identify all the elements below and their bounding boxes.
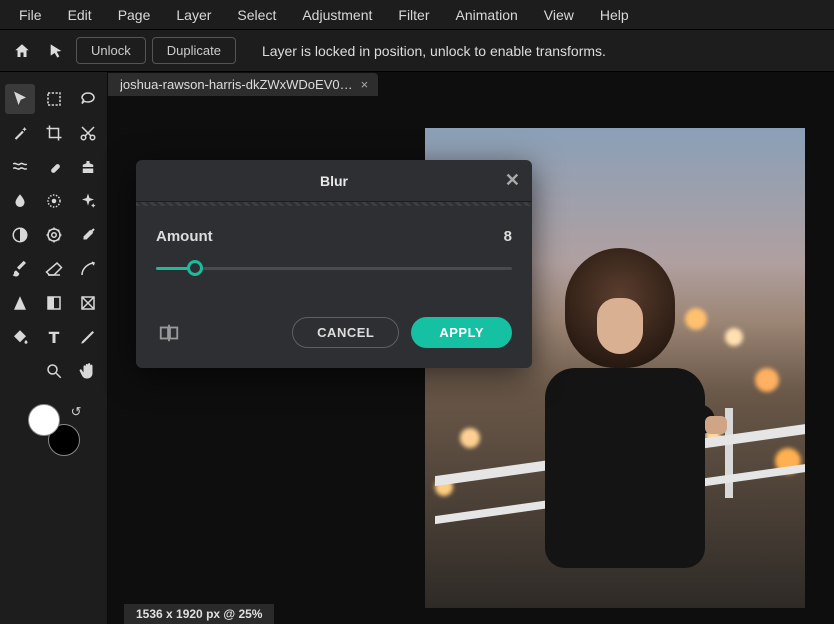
tool-marquee-select[interactable] (39, 84, 69, 114)
tool-sharpen[interactable] (5, 288, 35, 318)
tool-pixelate[interactable] (39, 186, 69, 216)
tool-magic-wand[interactable] (5, 118, 35, 148)
menu-animation[interactable]: Animation (443, 2, 531, 28)
tab-strip: joshua-rawson-harris-dkZWxWDoEV0… × (108, 72, 834, 96)
close-icon[interactable]: ✕ (505, 170, 520, 191)
tool-crop[interactable] (39, 118, 69, 148)
tool-adjust-gear[interactable] (39, 220, 69, 250)
menu-view[interactable]: View (531, 2, 587, 28)
tool-text[interactable] (39, 322, 69, 352)
tool-liquify[interactable] (5, 152, 35, 182)
apply-button[interactable]: APPLY (411, 317, 512, 348)
foreground-color-swatch[interactable] (28, 404, 60, 436)
tool-cut[interactable] (73, 118, 103, 148)
swap-colors-icon[interactable]: ↺ (71, 404, 82, 420)
duplicate-button[interactable]: Duplicate (152, 37, 236, 64)
blur-dialog: Blur ✕ Amount 8 CANCEL APPLY (136, 160, 532, 368)
tool-contrast[interactable] (5, 220, 35, 250)
tool-eraser[interactable] (39, 254, 69, 284)
tool-pen[interactable] (73, 322, 103, 352)
lock-status-text: Layer is locked in position, unlock to e… (262, 43, 606, 59)
tool-heal[interactable] (39, 152, 69, 182)
tool-gradient[interactable] (39, 288, 69, 318)
color-swatches[interactable]: ↺ (28, 404, 80, 456)
dialog-header[interactable]: Blur ✕ (136, 160, 532, 202)
tool-clone-stamp[interactable] (73, 152, 103, 182)
menu-adjustment[interactable]: Adjustment (289, 2, 385, 28)
close-tab-icon[interactable]: × (361, 77, 369, 92)
topbar: Unlock Duplicate Layer is locked in posi… (0, 30, 834, 72)
dialog-footer: CANCEL APPLY (136, 317, 532, 368)
pointer-icon[interactable] (42, 37, 70, 65)
document-tab-name: joshua-rawson-harris-dkZWxWDoEV0… (120, 77, 353, 92)
amount-label: Amount (156, 228, 213, 245)
tool-panel: ↺ (0, 72, 108, 624)
tool-zoom[interactable] (39, 356, 69, 386)
tool-hand[interactable] (73, 356, 103, 386)
home-icon[interactable] (8, 37, 36, 65)
tool-arrow-select[interactable] (5, 84, 35, 114)
menu-select[interactable]: Select (224, 2, 289, 28)
amount-slider[interactable] (156, 259, 512, 277)
tool-fill-bucket[interactable] (5, 322, 35, 352)
tool-lasso-select[interactable] (73, 84, 103, 114)
tool-pen-curve[interactable] (73, 254, 103, 284)
tool-blur-drop[interactable] (5, 186, 35, 216)
unlock-button[interactable]: Unlock (76, 37, 146, 64)
cancel-button[interactable]: CANCEL (292, 317, 399, 348)
tool-eyedropper[interactable] (73, 220, 103, 250)
menu-help[interactable]: Help (587, 2, 642, 28)
menubar: File Edit Page Layer Select Adjustment F… (0, 0, 834, 30)
menu-filter[interactable]: Filter (385, 2, 442, 28)
slider-thumb[interactable] (187, 260, 203, 276)
menu-page[interactable]: Page (105, 2, 164, 28)
dialog-title: Blur (320, 173, 348, 189)
tool-frame[interactable] (73, 288, 103, 318)
dialog-body: Amount 8 (136, 206, 532, 317)
tool-brush[interactable] (5, 254, 35, 284)
menu-file[interactable]: File (6, 2, 55, 28)
document-tab[interactable]: joshua-rawson-harris-dkZWxWDoEV0… × (108, 73, 378, 96)
tool-sparkle[interactable] (73, 186, 103, 216)
menu-layer[interactable]: Layer (163, 2, 224, 28)
menu-edit[interactable]: Edit (55, 2, 105, 28)
compare-icon[interactable] (156, 320, 182, 346)
tool-grid (5, 84, 103, 386)
amount-value: 8 (504, 228, 512, 245)
zoom-status: 1536 x 1920 px @ 25% (124, 604, 274, 624)
